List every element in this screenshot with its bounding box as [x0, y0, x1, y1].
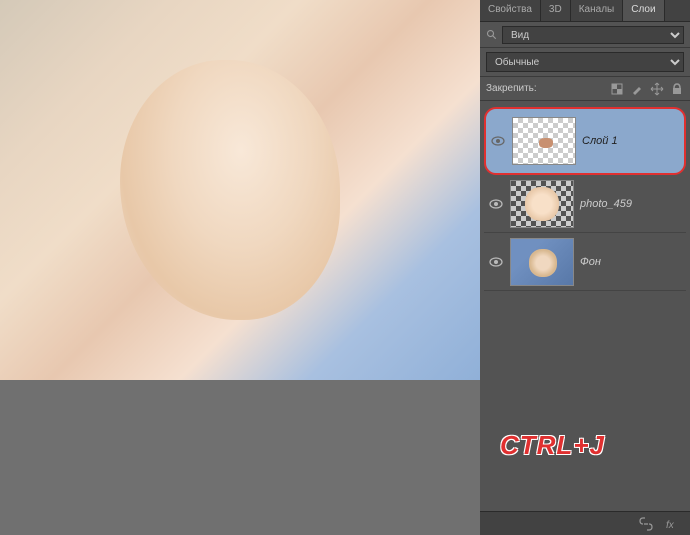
lock-label: Закрепить: [486, 83, 537, 94]
document-image[interactable] [0, 0, 480, 380]
layer-thumbnail[interactable] [510, 180, 574, 228]
link-icon[interactable] [638, 516, 654, 532]
fx-icon[interactable]: fx [664, 516, 680, 532]
layer-item-3[interactable]: Фон [484, 233, 686, 291]
lock-move-icon[interactable] [650, 82, 664, 96]
layer-name: Слой 1 [582, 135, 618, 147]
lock-all-icon[interactable] [670, 82, 684, 96]
lock-pixels-icon[interactable] [610, 82, 624, 96]
layers-bottom-bar: fx [480, 511, 690, 535]
search-icon [486, 29, 498, 41]
visibility-icon[interactable] [488, 254, 504, 270]
hotkey-annotation: CTRL+J [500, 430, 605, 461]
canvas-area[interactable] [0, 0, 480, 535]
layer-item-1[interactable]: Слой 1 [484, 107, 686, 175]
tab-properties[interactable]: Свойства [480, 0, 541, 21]
lock-brush-icon[interactable] [630, 82, 644, 96]
lock-row: Закрепить: [480, 77, 690, 101]
visibility-icon[interactable] [490, 133, 506, 149]
layer-name: Фон [580, 256, 601, 268]
layer-filter-row: Вид [480, 22, 690, 48]
visibility-icon[interactable] [488, 196, 504, 212]
blend-mode-row: Обычные [480, 48, 690, 77]
layer-name: photo_459 [580, 198, 632, 210]
panel-tabs: Свойства 3D Каналы Слои [480, 0, 690, 22]
tab-layers[interactable]: Слои [623, 0, 664, 21]
layer-thumbnail[interactable] [510, 238, 574, 286]
tab-3d[interactable]: 3D [541, 0, 571, 21]
layer-thumbnail[interactable] [512, 117, 576, 165]
layer-item-2[interactable]: photo_459 [484, 175, 686, 233]
tab-channels[interactable]: Каналы [571, 0, 624, 21]
lock-icons [610, 82, 684, 96]
layers-list: Слой 1 photo_459 Фон [480, 101, 690, 297]
blend-mode-select[interactable]: Обычные [486, 52, 684, 72]
layer-filter-select[interactable]: Вид [502, 26, 684, 44]
svg-text:fx: fx [666, 520, 675, 531]
